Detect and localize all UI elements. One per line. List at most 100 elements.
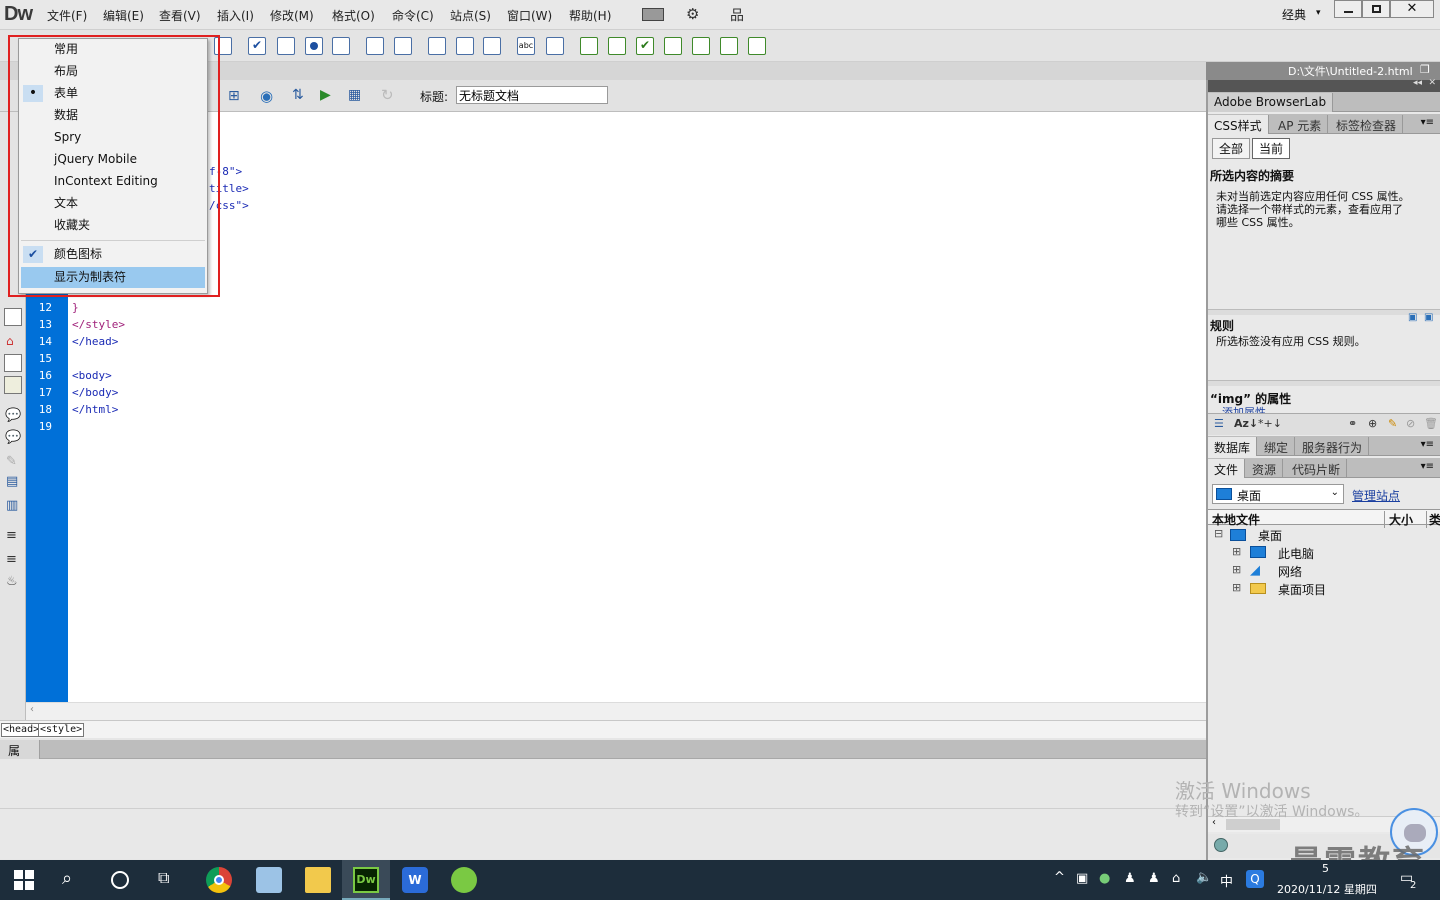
restore-doc-icon[interactable]: ❐	[1420, 63, 1430, 76]
title-input[interactable]	[456, 86, 608, 104]
show-info-icon[interactable]: ▣	[1408, 312, 1417, 323]
file-field-icon[interactable]	[456, 37, 474, 55]
log-icon[interactable]	[1214, 838, 1228, 852]
tree-item-network[interactable]: ⊞ ◢ 网络	[1208, 562, 1440, 580]
tab-css-styles[interactable]: CSS样式	[1208, 115, 1269, 134]
workspace-switcher[interactable]: 经典	[1282, 6, 1306, 23]
button-icon[interactable]	[483, 37, 501, 55]
tab-server-behaviors[interactable]: 服务器行为	[1296, 437, 1370, 456]
tree-toggle[interactable]: ⊞	[1232, 563, 1241, 576]
wps-icon[interactable]: W	[402, 867, 428, 893]
spry-textarea-icon[interactable]	[608, 37, 626, 55]
refresh-icon[interactable]: ↻	[381, 86, 394, 104]
current-mode-button[interactable]: 当前	[1252, 138, 1291, 159]
tree-toggle[interactable]: ⊞	[1232, 545, 1241, 558]
list-menu-icon[interactable]	[366, 37, 384, 55]
spry-password-icon[interactable]	[692, 37, 710, 55]
show-cascade-icon[interactable]: ▣	[1424, 312, 1433, 323]
horizontal-scrollbar[interactable]: ‹	[26, 702, 1206, 720]
gear-icon[interactable]: ⚙	[686, 5, 699, 23]
format-source-icon[interactable]: ♨	[6, 574, 18, 589]
splitter[interactable]	[1208, 309, 1440, 315]
spry-confirm-icon[interactable]	[720, 37, 738, 55]
move-css-icon[interactable]: ▥	[6, 498, 18, 513]
outdent-icon[interactable]: ≡	[6, 552, 17, 567]
set-properties-icon[interactable]: *+↓	[1258, 417, 1282, 430]
restore-button[interactable]	[1362, 0, 1390, 18]
globe-icon[interactable]: ◉	[260, 87, 273, 105]
checkbox-icon[interactable]: ✔	[248, 37, 266, 55]
indent-icon[interactable]: ≡	[6, 528, 17, 543]
disable-icon[interactable]: ⊘	[1406, 417, 1415, 430]
tab-snippets[interactable]: 代码片断	[1286, 459, 1348, 478]
collapse-tag-icon[interactable]	[4, 308, 22, 326]
dreamweaver-icon[interactable]: Dw	[353, 867, 379, 893]
checkbox-group-icon[interactable]	[277, 37, 295, 55]
radio-group-icon[interactable]	[332, 37, 350, 55]
tab-database[interactable]: 数据库	[1208, 437, 1258, 456]
tree-toggle[interactable]: ⊟	[1214, 527, 1223, 540]
jump-menu-icon[interactable]	[394, 37, 412, 55]
label-icon[interactable]: abc	[517, 37, 535, 55]
file-explorer-icon[interactable]	[305, 867, 331, 893]
menu-help[interactable]: 帮助(H)	[569, 7, 611, 24]
tab-tag-inspector[interactable]: 标签检查器	[1330, 115, 1404, 134]
alphabetical-view-icon[interactable]: Az↓	[1234, 417, 1258, 430]
app-icon[interactable]	[451, 867, 477, 893]
preview-browser-icon[interactable]: ⊞	[228, 88, 240, 104]
tab-browserlab[interactable]: Adobe BrowserLab	[1208, 93, 1334, 112]
tab-ap-elements[interactable]: AP 元素	[1272, 115, 1329, 134]
menu-edit[interactable]: 编辑(E)	[103, 7, 144, 24]
qq-icon-2[interactable]: ♟	[1148, 871, 1160, 886]
code-editor[interactable]: f-8"> title> /css"> } </style> </head> <…	[68, 112, 1206, 702]
site-map-icon[interactable]: 品	[730, 5, 744, 25]
tag-head[interactable]: <head>	[1, 723, 42, 737]
image-field-icon[interactable]	[428, 37, 446, 55]
network-status-icon[interactable]: ▣	[1076, 871, 1088, 886]
comment-icon[interactable]: 💬	[5, 408, 21, 423]
tab-properties[interactable]: 属性	[0, 740, 40, 775]
menu-insert[interactable]: 插入(I)	[217, 7, 254, 24]
chevron-up-icon[interactable]: ^	[1054, 870, 1065, 885]
radio-button-icon[interactable]	[305, 37, 323, 55]
tab-files[interactable]: 文件	[1208, 459, 1246, 478]
menu-site[interactable]: 站点(S)	[450, 7, 491, 24]
spry-textfield-icon[interactable]	[580, 37, 598, 55]
menu-modify[interactable]: 修改(M)	[270, 7, 314, 24]
manage-sites-link[interactable]: 管理站点	[1352, 487, 1400, 504]
remove-comment-icon[interactable]: 💬	[5, 430, 21, 445]
tab-bindings[interactable]: 绑定	[1258, 437, 1296, 456]
fieldset-icon[interactable]	[546, 37, 564, 55]
ime-indicator[interactable]: 中	[1220, 871, 1233, 890]
site-select[interactable]: 桌面 ⌄	[1212, 484, 1344, 504]
minimize-button[interactable]	[1334, 0, 1362, 18]
chevron-down-icon[interactable]: ▾	[1316, 8, 1321, 18]
new-rule-icon[interactable]: ⊕	[1368, 417, 1377, 430]
chrome-icon[interactable]	[206, 867, 232, 893]
search-icon[interactable]: ⌕	[62, 868, 72, 889]
add-property-link[interactable]: 添加属性	[1222, 404, 1266, 413]
menu-format[interactable]: 格式(O)	[332, 7, 375, 24]
layout-icon[interactable]	[642, 8, 664, 21]
edit-rule-icon[interactable]: ✎	[1388, 417, 1397, 430]
debug-icon[interactable]: ▶	[320, 87, 331, 103]
select-parent-icon[interactable]: ⌂	[6, 334, 14, 348]
splitter[interactable]	[1208, 380, 1440, 386]
menu-view[interactable]: 查看(V)	[159, 7, 201, 24]
tab-assets[interactable]: 资源	[1246, 459, 1284, 478]
panel-menu-icon[interactable]: ▾≡	[1421, 439, 1434, 450]
spry-radio-group-icon[interactable]	[748, 37, 766, 55]
tree-item-desktop[interactable]: ⊟ 桌面	[1208, 526, 1440, 544]
all-mode-button[interactable]: 全部	[1212, 138, 1251, 159]
trash-icon[interactable]: 🗑	[1424, 417, 1438, 430]
volume-icon[interactable]: 🔈	[1196, 870, 1212, 885]
qq-icon[interactable]: ♟	[1124, 871, 1136, 886]
search-q-icon[interactable]: Q	[1246, 870, 1264, 888]
tag-style[interactable]: <style>	[38, 723, 85, 737]
category-view-icon[interactable]: ☰	[1214, 417, 1224, 430]
task-view-icon[interactable]: ⧉	[158, 868, 169, 888]
wrap-tag-icon[interactable]: ✎	[6, 454, 17, 469]
tree-item-desktop-items[interactable]: ⊞ 桌面项目	[1208, 580, 1440, 598]
file-transfer-icon[interactable]: ⇅	[292, 87, 304, 103]
windows-start-icon[interactable]	[14, 870, 34, 890]
